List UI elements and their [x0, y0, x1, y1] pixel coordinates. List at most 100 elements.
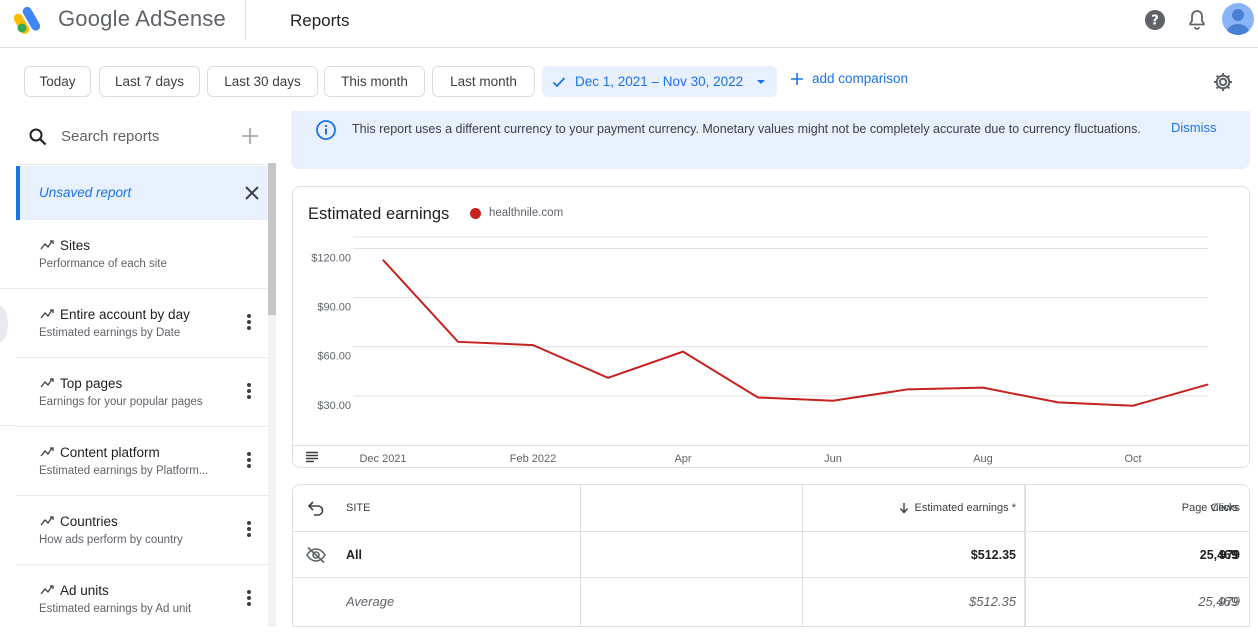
data-point[interactable] — [682, 351, 684, 353]
trend-icon — [40, 240, 54, 250]
sidebar-item-sites[interactable]: Sites Performance of each site — [16, 221, 268, 289]
more-vert-icon[interactable] — [244, 450, 254, 470]
data-point[interactable] — [1057, 401, 1059, 403]
column-header-estimated-earnings[interactable]: Estimated earnings * — [802, 485, 1016, 531]
trend-icon — [40, 378, 54, 388]
x-tick-label: Aug — [973, 453, 993, 465]
date-range-selector[interactable]: Dec 1, 2021 – Nov 30, 2022 — [542, 66, 777, 97]
sidebar-item-subtitle: Earnings for your popular pages — [39, 396, 203, 408]
dropdown-arrow-icon — [757, 79, 766, 84]
sidebar-item-title: Entire account by day — [60, 307, 190, 322]
check-icon — [552, 76, 566, 87]
earnings-chart-card: Estimated earnings healthnile.com $30.00… — [292, 186, 1250, 468]
data-point[interactable] — [832, 400, 834, 402]
sidebar-item-title: Sites — [60, 238, 91, 253]
help-icon[interactable]: ? — [1143, 8, 1167, 32]
data-point[interactable] — [757, 397, 759, 399]
data-point[interactable] — [1132, 405, 1134, 407]
y-tick-label: $60.00 — [317, 351, 351, 363]
info-icon — [316, 120, 336, 140]
trend-icon — [40, 585, 54, 595]
add-comparison-button[interactable]: add comparison — [790, 71, 908, 86]
date-filter-bar: Today Last 7 days Last 30 days This mont… — [0, 49, 1258, 111]
y-tick-label: $120.00 — [311, 252, 351, 264]
visibility-off-icon[interactable] — [305, 546, 327, 564]
chip-last-7-days[interactable]: Last 7 days — [99, 66, 200, 97]
search-icon — [29, 128, 47, 146]
settings-gear-icon[interactable] — [1211, 70, 1235, 94]
more-vert-icon[interactable] — [244, 381, 254, 401]
close-icon[interactable] — [242, 183, 262, 203]
x-tick-label: Jun — [824, 453, 842, 465]
account-avatar[interactable] — [1222, 3, 1254, 35]
notifications-bell-icon[interactable] — [1185, 8, 1209, 32]
x-tick-label: Apr — [674, 453, 691, 465]
data-point[interactable] — [532, 344, 534, 346]
chip-today[interactable]: Today — [24, 66, 91, 97]
undo-icon[interactable] — [307, 500, 325, 516]
x-tick-label: Dec 2021 — [359, 453, 406, 465]
series-line-healthnile[interactable] — [382, 259, 1209, 407]
header-divider — [245, 0, 246, 40]
y-tick-label: $30.00 — [317, 400, 351, 412]
sidebar-item-subtitle: Estimated earnings by Date — [39, 327, 181, 339]
sidebar-item-top-pages[interactable]: Top pages Earnings for your popular page… — [16, 359, 268, 427]
sidebar-item-subtitle: How ads perform by country — [39, 534, 183, 546]
sidebar-item-subtitle: Performance of each site — [39, 258, 167, 270]
brand-name[interactable]: Google AdSense — [58, 6, 226, 32]
more-vert-icon[interactable] — [244, 519, 254, 539]
person-icon — [1227, 9, 1249, 35]
data-point[interactable] — [907, 388, 909, 390]
column-header-clicks[interactable]: Clicks — [1025, 485, 1240, 531]
cell-clicks: 979 — [1218, 593, 1240, 609]
sidebar-item-ad-units[interactable]: Ad units Estimated earnings by Ad unit — [16, 566, 268, 634]
reports-sidebar: Search reports Unsaved report Sites Perf… — [16, 111, 276, 627]
svg-text:?: ? — [1151, 14, 1159, 29]
dismiss-button[interactable]: Dismiss — [1171, 120, 1217, 135]
adsense-logo-icon[interactable] — [14, 4, 48, 34]
new-report-plus-icon[interactable] — [239, 125, 261, 147]
sidebar-item-title: Countries — [60, 514, 118, 529]
data-point[interactable] — [382, 259, 384, 261]
data-point[interactable] — [982, 387, 984, 389]
trend-icon — [40, 516, 54, 526]
currency-info-banner: This report uses a different currency to… — [291, 111, 1250, 169]
chip-last-30-days[interactable]: Last 30 days — [207, 66, 318, 97]
sidebar-item-title: Ad units — [60, 583, 109, 598]
cell-earnings: $512.35 — [969, 593, 1016, 609]
cell-earnings: $512.35 — [970, 547, 1016, 562]
trend-icon — [40, 309, 54, 319]
earnings-line-chart: $30.00 $60.00 $90.00 $120.00 Dec 2021 Feb 202… — [311, 236, 1209, 465]
cell-site: All — [346, 547, 362, 562]
data-point[interactable] — [1207, 383, 1209, 385]
x-tick-label: Oct — [1124, 453, 1141, 465]
banner-message: This report uses a different currency to… — [352, 122, 1141, 136]
cell-site: Average — [346, 593, 395, 609]
chip-this-month[interactable]: This month — [324, 66, 425, 97]
sidebar-item-content-platform[interactable]: Content platform Estimated earnings by P… — [16, 428, 268, 496]
data-point[interactable] — [607, 377, 609, 379]
column-header-site[interactable]: SITE — [346, 485, 370, 531]
search-input[interactable]: Search reports — [61, 128, 159, 145]
more-vert-icon[interactable] — [244, 588, 254, 608]
chart-menu-icon[interactable] — [305, 451, 319, 463]
add-comparison-label: add comparison — [812, 71, 909, 86]
sidebar-item-title: Content platform — [60, 445, 160, 460]
trend-icon — [40, 447, 54, 457]
data-point[interactable] — [457, 341, 459, 343]
column-header-label: Estimated earnings * — [914, 502, 1017, 514]
unsaved-report-item[interactable]: Unsaved report — [16, 166, 268, 220]
top-app-bar: Google AdSense Reports ? — [0, 0, 1258, 48]
sidebar-scrollbar-thumb[interactable] — [268, 163, 276, 315]
y-tick-label: $90.00 — [317, 302, 351, 314]
unsaved-report-label: Unsaved report — [39, 185, 132, 200]
more-vert-icon[interactable] — [244, 312, 254, 332]
sidebar-item-entire-account-by-day[interactable]: Entire account by day Estimated earnings… — [16, 290, 268, 358]
sidebar-item-subtitle: Estimated earnings by Ad unit — [39, 603, 192, 615]
sidebar-item-countries[interactable]: Countries How ads perform by country — [16, 497, 268, 565]
x-tick-label: Feb 2022 — [510, 453, 556, 465]
chip-last-month[interactable]: Last month — [432, 66, 535, 97]
report-search[interactable]: Search reports — [16, 111, 276, 165]
cell-clicks: 979 — [1219, 548, 1240, 562]
